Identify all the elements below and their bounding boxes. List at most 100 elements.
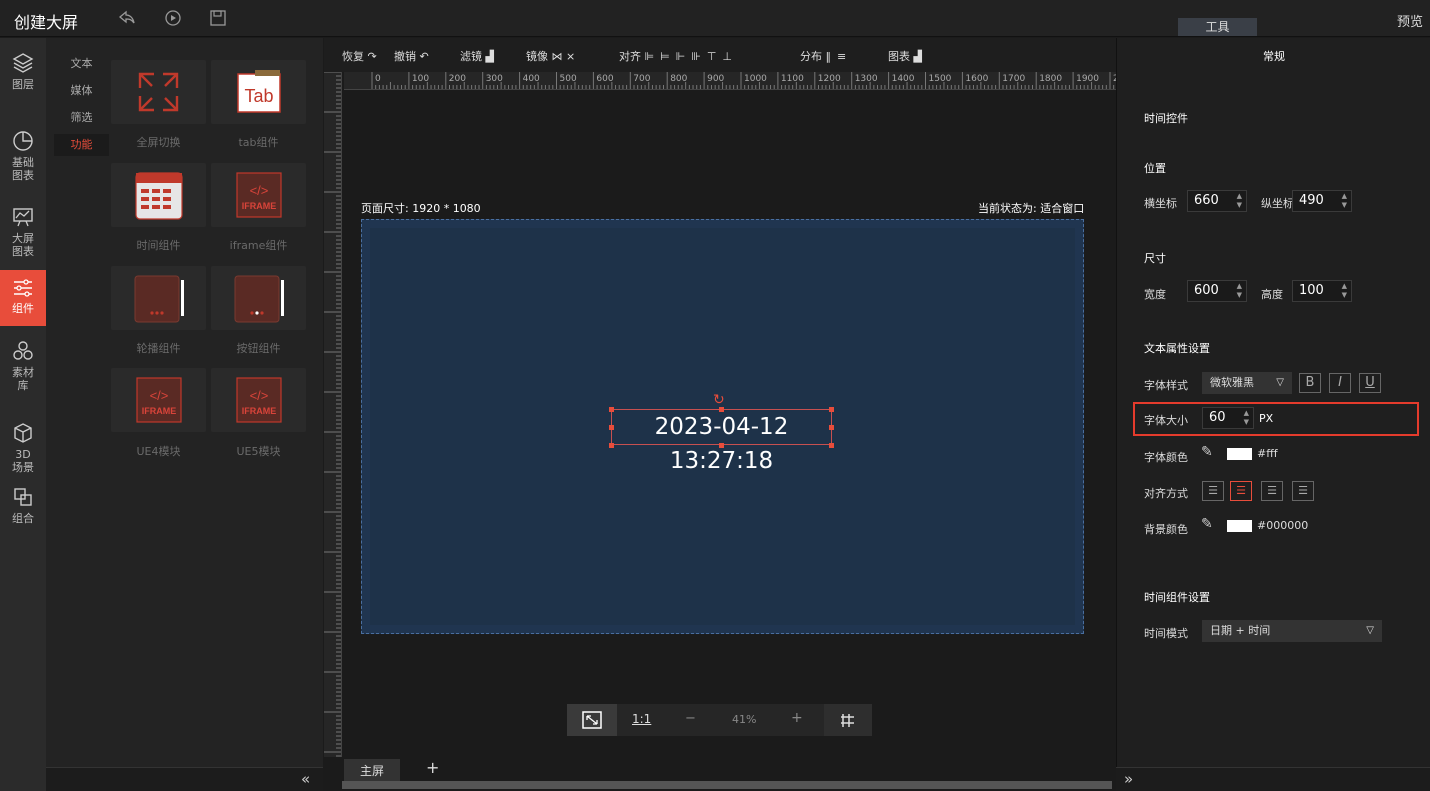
italic-button[interactable]: I	[1329, 373, 1351, 393]
font-family-value: 微软雅黑	[1210, 376, 1254, 389]
align-right-button[interactable]: ☰	[1261, 481, 1283, 501]
align-label: 对齐	[619, 50, 641, 63]
monitor-chart-icon	[13, 208, 33, 227]
spinner-icon[interactable]: ▲ ▼	[1237, 192, 1242, 210]
height-value: 100	[1299, 283, 1324, 298]
component-button[interactable]	[211, 266, 306, 330]
category-text[interactable]: 文本	[54, 53, 109, 75]
width-input[interactable]: 600 ▲ ▼	[1187, 280, 1247, 302]
collapse-right-icon[interactable]: »	[1124, 770, 1133, 788]
component-fullscreen[interactable]	[111, 60, 206, 124]
ruler-label: 1800	[1039, 74, 1062, 84]
category-filter[interactable]: 筛选	[54, 107, 109, 129]
resize-handle[interactable]	[609, 425, 614, 430]
spinner-icon[interactable]: ▲ ▼	[1342, 192, 1347, 210]
zoom-value: 41%	[732, 713, 757, 726]
y-input[interactable]: 490 ▲ ▼	[1292, 190, 1352, 212]
nav-item-3d-scene[interactable]: 3D场景	[0, 422, 46, 474]
time-component[interactable]: 2023-04-12 13:27:18	[611, 409, 832, 474]
iframe-icon: </> IFRAME	[136, 377, 182, 423]
height-input[interactable]: 100 ▲ ▼	[1292, 280, 1352, 302]
component-time[interactable]	[111, 163, 206, 227]
redo-button[interactable]: 恢复 ↷	[342, 48, 377, 64]
align-justify-button[interactable]: ☰	[1292, 481, 1314, 501]
spinner-icon[interactable]: ▲ ▼	[1342, 282, 1347, 300]
collapse-left-icon[interactable]: «	[301, 770, 310, 788]
nav-label: 图层	[12, 78, 34, 91]
back-icon[interactable]	[118, 9, 138, 29]
align-button[interactable]: 对齐 ⊫⊨⊩⊪⊤⊥	[619, 48, 738, 64]
app-title: 创建大屏	[14, 13, 79, 32]
nav-item-screen-chart[interactable]: 大屏图表	[0, 206, 46, 266]
horizontal-scrollbar[interactable]	[342, 781, 1112, 789]
size-title: 尺寸	[1144, 252, 1166, 265]
align-center-icon: ☰	[1236, 484, 1246, 497]
nav-item-assets[interactable]: 素材库	[0, 340, 46, 396]
add-page-button[interactable]: +	[426, 758, 439, 777]
tab-tools[interactable]: 工具	[1178, 18, 1257, 36]
nav-item-group[interactable]: 组合	[0, 486, 46, 530]
mirror-button[interactable]: 镜像 ⋈ ⨯	[526, 48, 575, 64]
panel-collapse-bar[interactable]: «	[46, 767, 323, 791]
nav-item-components[interactable]: 组件	[0, 270, 46, 326]
dropdown-icon: ▽	[1366, 625, 1374, 636]
align-center-button[interactable]: ☰	[1230, 481, 1252, 501]
text-props-title: 文本属性设置	[1144, 342, 1210, 355]
fit-screen-button[interactable]	[567, 704, 617, 736]
resize-handle[interactable]	[719, 407, 724, 412]
zoom-in-button[interactable]: +	[791, 710, 803, 726]
resize-handle[interactable]	[829, 443, 834, 448]
eyedropper-icon[interactable]: ✎	[1201, 516, 1213, 532]
control-title: 时间控件	[1144, 112, 1188, 125]
component-tab[interactable]: Tab	[211, 60, 306, 124]
resize-handle[interactable]	[829, 407, 834, 412]
nav-item-layers[interactable]: 图层	[0, 52, 46, 100]
zoom-out-button[interactable]: −	[685, 711, 696, 726]
x-input[interactable]: 660 ▲ ▼	[1187, 190, 1247, 212]
vertical-ruler	[324, 72, 342, 762]
resize-handle[interactable]	[609, 407, 614, 412]
component-ue5[interactable]: </> IFRAME	[211, 368, 306, 432]
play-icon[interactable]	[164, 9, 184, 29]
cube-icon	[14, 423, 32, 443]
actual-size-button[interactable]: 1:1	[632, 712, 651, 726]
resize-handle[interactable]	[719, 443, 724, 448]
component-label: iframe组件	[229, 239, 288, 252]
font-family-select[interactable]: 微软雅黑 ▽	[1202, 372, 1292, 394]
highlight-box	[1133, 402, 1419, 436]
grid-button[interactable]	[824, 704, 872, 736]
tab-main-screen[interactable]: 主屏	[344, 759, 400, 783]
bg-color-swatch[interactable]	[1227, 520, 1252, 532]
filter-button[interactable]: 滤镜 ▟	[460, 48, 494, 64]
redo-label: 恢复	[342, 50, 364, 63]
preview-button[interactable]: 预览	[1397, 11, 1423, 30]
component-carousel[interactable]	[111, 266, 206, 330]
category-function[interactable]: 功能	[54, 134, 109, 156]
panel-collapse-bar[interactable]: »	[1116, 767, 1430, 791]
time-mode-select[interactable]: 日期 + 时间 ▽	[1202, 620, 1382, 642]
nav-item-basic-chart[interactable]: 基础图表	[0, 130, 46, 190]
vertical-ruler-ticks	[324, 72, 341, 761]
undo-button[interactable]: 撤销 ↶	[394, 48, 429, 64]
align-left-button[interactable]: ☰	[1202, 481, 1224, 501]
category-media[interactable]: 媒体	[54, 80, 109, 102]
font-color-swatch[interactable]	[1227, 448, 1252, 460]
spinner-icon[interactable]: ▲ ▼	[1237, 282, 1242, 300]
component-ue4[interactable]: </> IFRAME	[111, 368, 206, 432]
resize-handle[interactable]	[829, 425, 834, 430]
align-justify-icon: ☰	[1298, 484, 1308, 497]
flip-horizontal-icon: ⋈	[551, 50, 563, 63]
save-icon[interactable]	[209, 9, 229, 29]
resize-handle[interactable]	[609, 443, 614, 448]
font-color-label: 字体颜色	[1144, 451, 1188, 464]
rotate-icon[interactable]: ↻	[713, 392, 725, 408]
bold-button[interactable]: B	[1299, 373, 1321, 393]
component-iframe[interactable]: </> IFRAME	[211, 163, 306, 227]
distribute-button[interactable]: 分布 ‖≡	[800, 48, 852, 64]
underline-button[interactable]: U	[1359, 373, 1381, 393]
eyedropper-icon[interactable]: ✎	[1201, 444, 1213, 460]
canvas-state: 当前状态为: 适合窗口	[978, 202, 1085, 215]
assets-icon	[13, 341, 33, 360]
undo-label: 撤销	[394, 50, 416, 63]
chart-button[interactable]: 图表 ▟	[888, 48, 922, 64]
